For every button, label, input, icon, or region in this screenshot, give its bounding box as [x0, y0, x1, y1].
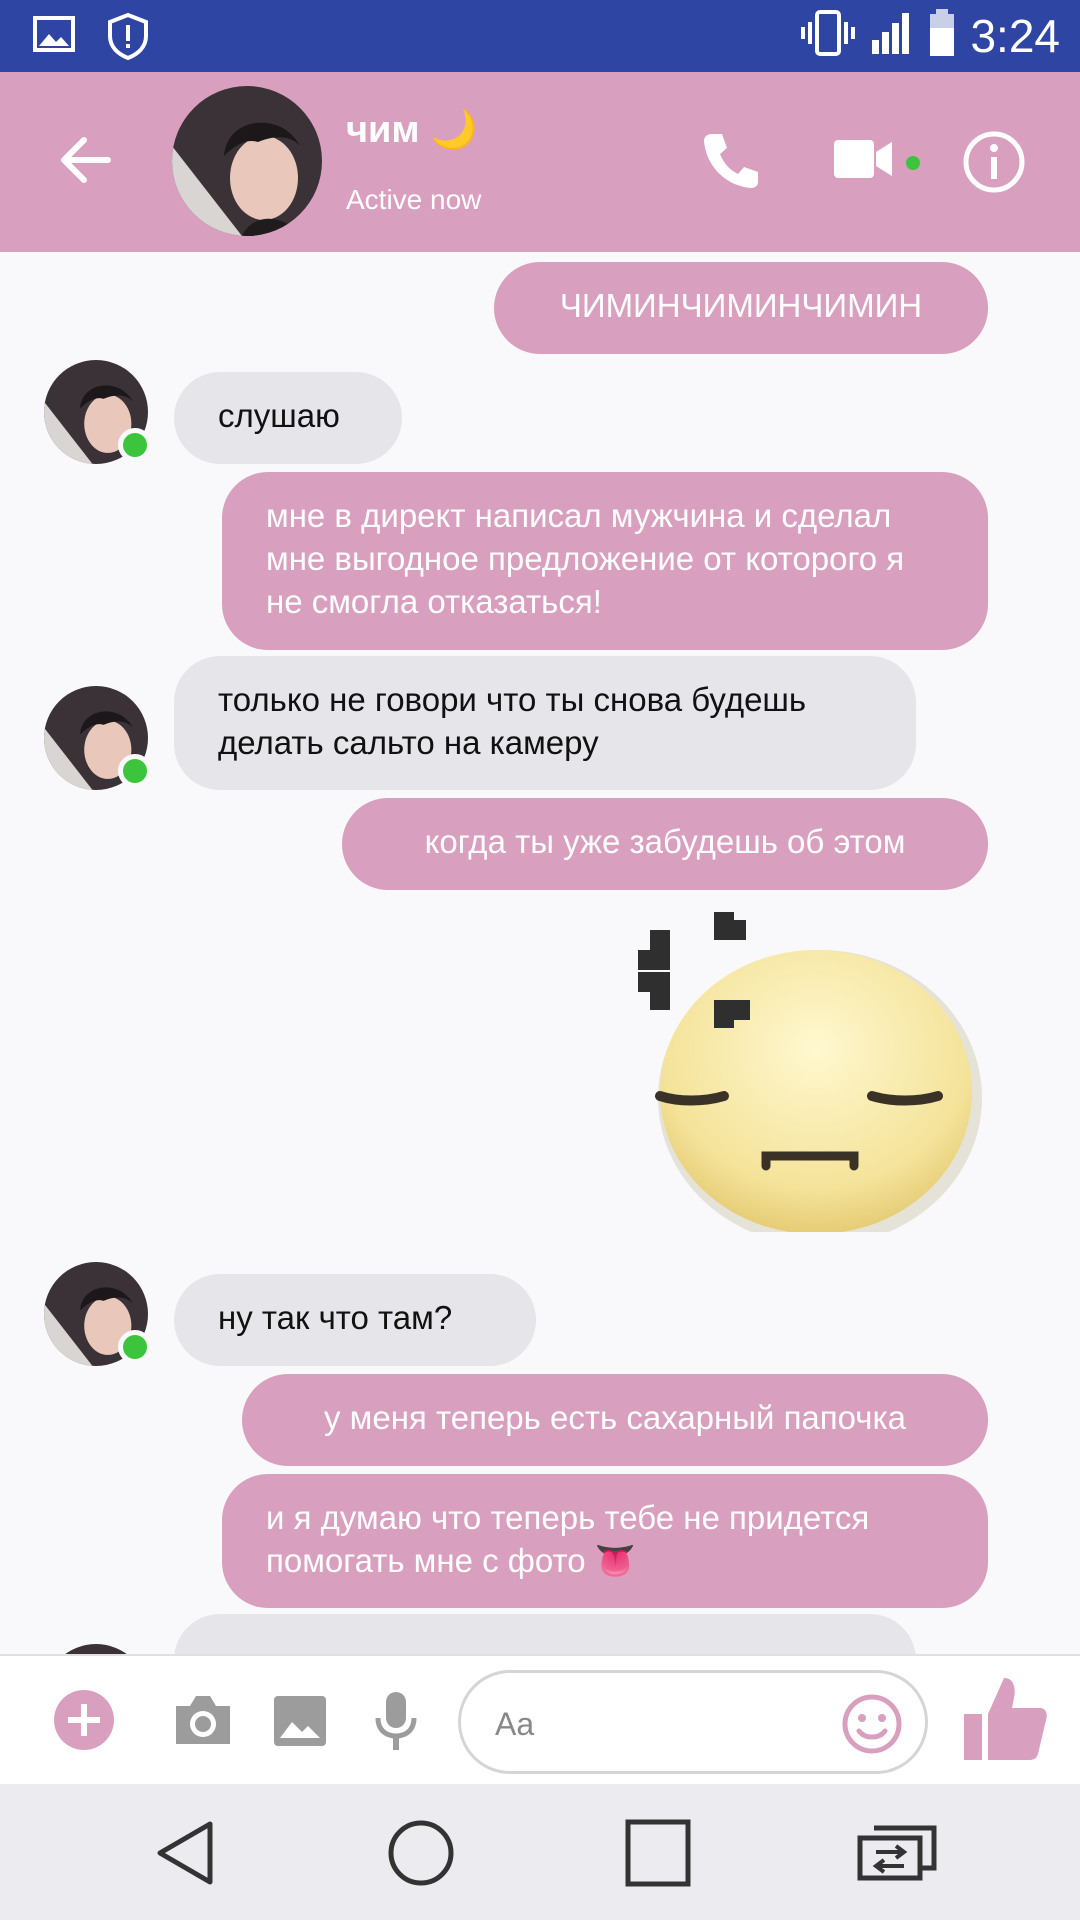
message-bubble-incoming-partial[interactable]: [174, 1614, 916, 1654]
nav-switch-app-button[interactable]: [856, 1818, 938, 1893]
contact-name: чим 🌙: [346, 109, 478, 151]
camera-button[interactable]: [172, 1692, 234, 1753]
nav-back-button[interactable]: [152, 1818, 218, 1893]
back-button[interactable]: [56, 130, 116, 190]
battery-icon: [928, 8, 956, 63]
video-camera-icon: [834, 140, 892, 178]
avatar-photo-icon: [172, 86, 322, 236]
message-bubble-outgoing[interactable]: у меня теперь есть сахарный папочка: [242, 1374, 988, 1466]
message-composer: [0, 1654, 1080, 1784]
plus-button[interactable]: [52, 1688, 116, 1757]
shield-alert-icon: [106, 12, 150, 65]
message-bubble-incoming[interactable]: только не говори что ты снова будешь дел…: [174, 656, 916, 790]
online-indicator: [118, 428, 152, 462]
like-button[interactable]: [962, 1674, 1048, 1769]
emoji-button[interactable]: [841, 1693, 903, 1760]
message-bubble-outgoing[interactable]: мне в директ написал мужчина и сделал мн…: [222, 472, 988, 650]
call-button[interactable]: [700, 130, 762, 197]
contact-status: Active now: [346, 184, 482, 215]
home-circle-icon: [388, 1820, 454, 1886]
info-button[interactable]: [962, 130, 1026, 199]
phone-icon: [704, 134, 758, 188]
nav-recents-button[interactable]: [624, 1818, 692, 1893]
message-bubble-outgoing[interactable]: ЧИМИНЧИМИНЧИМИН: [494, 262, 988, 354]
contact-avatar[interactable]: [172, 86, 322, 236]
thumbs-up-icon: [964, 1678, 1047, 1760]
recents-square-icon: [625, 1819, 691, 1887]
status-time: 3:24: [970, 9, 1060, 62]
online-indicator: [118, 1330, 152, 1364]
message-bubble-incoming[interactable]: слушаю: [174, 372, 402, 464]
emoji-icon: [842, 1694, 902, 1754]
switch-app-icon: [857, 1825, 937, 1881]
chat-header: чим 🌙 Active now: [0, 72, 1080, 252]
back-triangle-icon: [157, 1821, 213, 1885]
message-list[interactable]: ЧИМИНЧИМИНЧИМИН слушаю мне в директ напи…: [0, 252, 1080, 1654]
nav-home-button[interactable]: [386, 1818, 456, 1893]
video-call-button[interactable]: [832, 134, 894, 189]
video-online-dot: [906, 156, 920, 170]
system-nav-bar: [0, 1784, 1080, 1920]
message-input[interactable]: [495, 1699, 835, 1749]
message-bubble-incoming[interactable]: ну так что там?: [174, 1274, 536, 1366]
info-icon: [963, 131, 1025, 193]
message-bubble-outgoing[interactable]: когда ты уже забудешь об этом: [342, 798, 988, 890]
arrow-left-icon: [61, 137, 111, 183]
message-input-wrapper[interactable]: [458, 1670, 928, 1774]
message-bubble-outgoing[interactable]: и я думаю что теперь тебе не придется по…: [222, 1474, 988, 1608]
microphone-icon: [375, 1692, 417, 1750]
gallery-button[interactable]: [272, 1694, 328, 1753]
plus-icon: [54, 1690, 114, 1750]
annoyed-face-sticker-icon[interactable]: [638, 902, 988, 1246]
camera-icon: [176, 1696, 230, 1744]
microphone-button[interactable]: [374, 1690, 418, 1757]
image-icon: [32, 12, 76, 65]
status-bar: 3:24: [0, 0, 1080, 72]
contact-avatar-small[interactable]: [44, 1644, 148, 1654]
signal-icon: [870, 10, 914, 61]
gallery-icon: [274, 1696, 326, 1746]
vibrate-icon: [800, 8, 856, 63]
online-indicator: [118, 754, 152, 788]
